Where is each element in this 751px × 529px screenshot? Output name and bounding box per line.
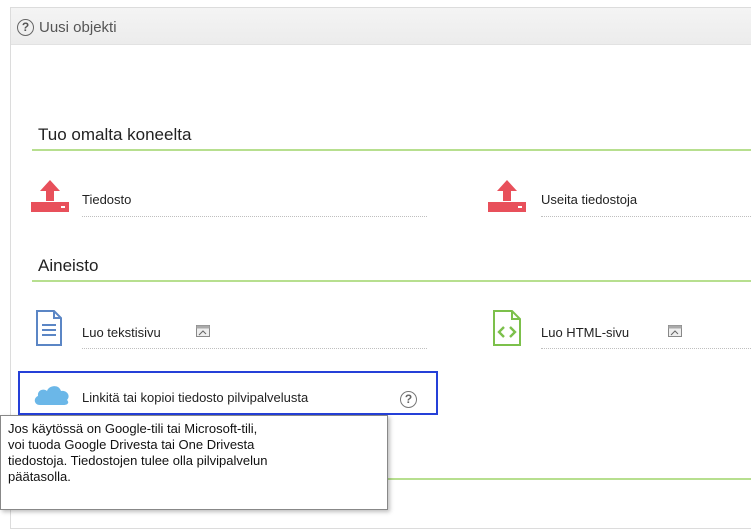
section-divider <box>32 149 751 151</box>
section-divider <box>388 478 751 480</box>
separator <box>82 348 427 349</box>
help-icon[interactable]: ? <box>17 19 34 36</box>
separator <box>541 216 751 217</box>
section-title-upload: Tuo omalta koneelta <box>38 125 192 144</box>
external-window-icon <box>196 325 210 337</box>
upload-multiple-icon[interactable] <box>488 180 526 212</box>
upload-file-link[interactable]: Tiedosto <box>82 192 131 207</box>
panel-title: Uusi objekti <box>39 19 117 36</box>
section-divider <box>32 280 751 282</box>
create-text-page-link[interactable]: Luo tekstisivu <box>82 325 161 340</box>
external-window-icon <box>668 325 682 337</box>
create-html-page-link[interactable]: Luo HTML-sivu <box>541 325 629 340</box>
upload-icon[interactable] <box>31 180 69 212</box>
cloud-icon <box>34 386 69 405</box>
html-file-icon[interactable] <box>492 310 522 346</box>
separator <box>82 216 427 217</box>
help-icon[interactable]: ? <box>400 391 417 408</box>
document-icon[interactable] <box>35 310 63 346</box>
separator <box>541 348 751 349</box>
cloud-import-link[interactable]: Linkitä tai kopioi tiedosto pilvipalvelu… <box>82 390 308 405</box>
upload-multiple-link[interactable]: Useita tiedostoja <box>541 192 637 207</box>
panel-header: ? Uusi objekti <box>11 8 751 45</box>
section-title-material: Aineisto <box>38 256 99 275</box>
cloud-import-item[interactable]: Linkitä tai kopioi tiedosto pilvipalvelu… <box>18 371 438 415</box>
cloud-help-tooltip: Jos käytössä on Google-tili tai Microsof… <box>0 415 388 510</box>
